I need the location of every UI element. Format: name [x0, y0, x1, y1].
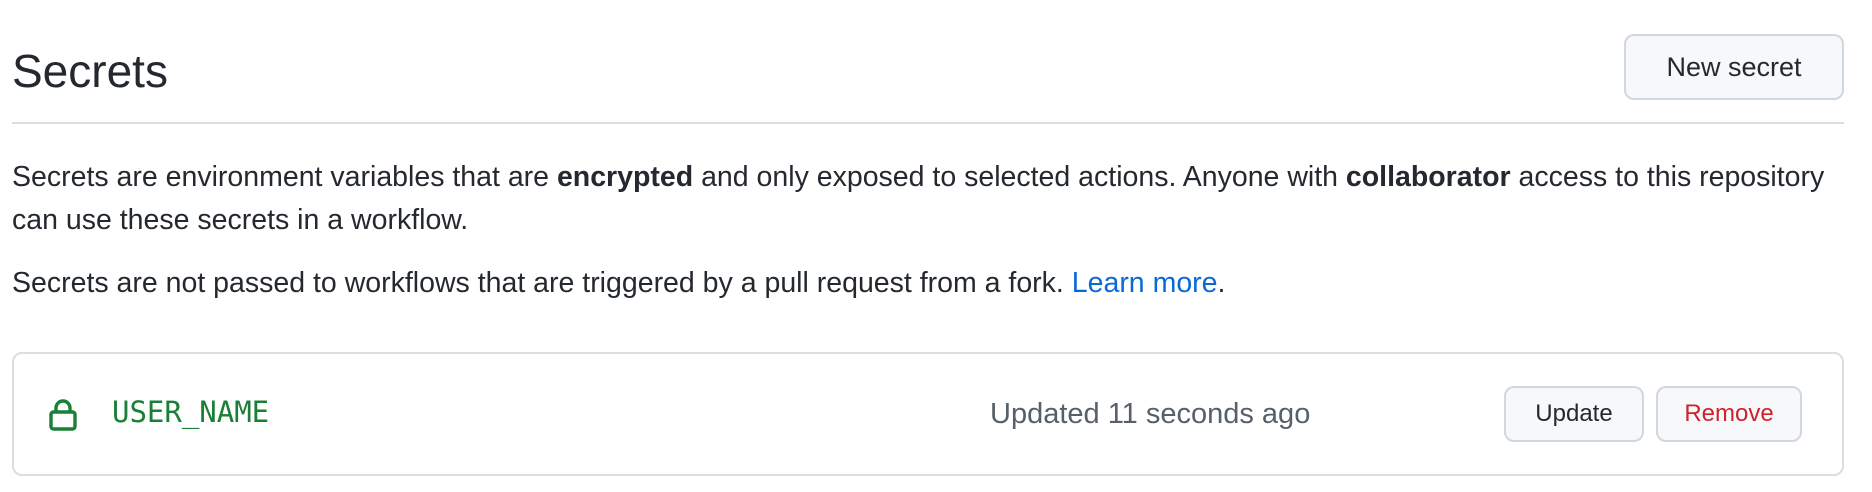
- description-bold-encrypted: encrypted: [556, 161, 694, 193]
- learn-more-link[interactable]: Learn more: [1072, 267, 1218, 299]
- secret-name: USER_NAME: [112, 395, 270, 429]
- secret-row: USER_NAME Updated 11 seconds ago Update …: [12, 352, 1844, 476]
- lock-icon: [48, 398, 78, 432]
- secrets-header: Secrets New secret: [12, 34, 1844, 124]
- remove-secret-button[interactable]: Remove: [1656, 386, 1802, 442]
- description-bold-collaborator: collaborator: [1345, 161, 1511, 193]
- description-text: Secrets are environment variables that a…: [12, 161, 557, 193]
- secrets-description: Secrets are environment variables that a…: [12, 156, 1842, 242]
- fork-note-period: .: [1217, 267, 1226, 299]
- fork-note-text: Secrets are not passed to workflows that…: [12, 267, 1072, 299]
- description-text: and only exposed to selected actions. An…: [693, 161, 1346, 193]
- update-secret-button[interactable]: Update: [1504, 386, 1644, 442]
- page-title: Secrets: [12, 45, 168, 97]
- secret-updated-time: Updated 11 seconds ago: [990, 398, 1311, 430]
- secrets-settings-page: Secrets New secret Secrets are environme…: [0, 0, 1872, 492]
- new-secret-button[interactable]: New secret: [1624, 34, 1844, 100]
- fork-note: Secrets are not passed to workflows that…: [12, 262, 1842, 305]
